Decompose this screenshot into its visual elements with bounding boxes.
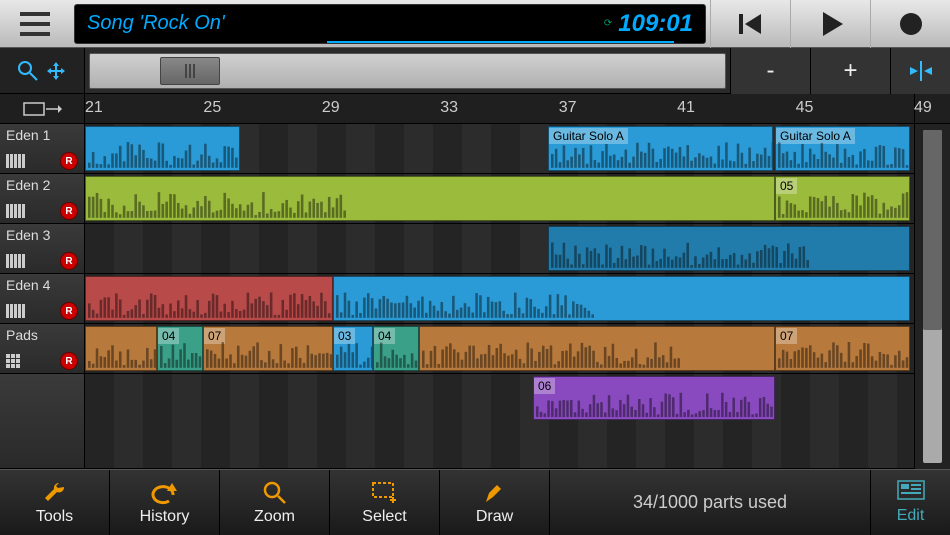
song-display[interactable]: Song 'Rock On' ⟳ 109:01 (74, 4, 706, 44)
clip[interactable]: 07 (775, 326, 910, 371)
record-arm-badge[interactable]: R (60, 202, 78, 220)
progress-bar (75, 41, 705, 43)
track-name: Eden 3 (6, 227, 78, 243)
loop-icon: ⟳ (604, 18, 612, 29)
song-title: Song 'Rock On' (87, 12, 225, 35)
zoom-button[interactable]: Zoom (220, 470, 330, 535)
zoom-out-button[interactable]: - (730, 48, 810, 94)
magnifier-icon (263, 481, 287, 505)
record-arm-badge[interactable]: R (60, 352, 78, 370)
move-icon (45, 60, 67, 82)
track-name: Eden 2 (6, 177, 78, 193)
draw-label: Draw (476, 508, 513, 526)
track-lane[interactable]: 05 (85, 174, 914, 224)
track-header[interactable]: Eden 2 R (0, 174, 85, 224)
ruler-tick: 45 (796, 99, 814, 117)
track-name: Eden 4 (6, 277, 78, 293)
track-lane[interactable] (85, 224, 914, 274)
edit-button[interactable]: Edit (870, 470, 950, 535)
ruler-tick: 49 (914, 99, 932, 117)
track-lane[interactable] (85, 274, 914, 324)
select-icon (371, 481, 399, 505)
ruler-tick: 33 (440, 99, 458, 117)
clip[interactable] (85, 176, 775, 221)
undo-icon (151, 481, 179, 505)
record-arm-badge[interactable]: R (60, 152, 78, 170)
clip[interactable]: 06 (533, 376, 775, 420)
edit-icon (897, 480, 925, 500)
clip[interactable] (419, 326, 775, 371)
snap-button[interactable] (890, 48, 950, 94)
vertical-scrollbar[interactable] (914, 124, 950, 469)
grip-icon (185, 64, 195, 78)
piano-icon (6, 304, 25, 318)
ruler-tick: 29 (322, 99, 340, 117)
clip[interactable]: 03 (333, 326, 373, 371)
clip[interactable] (85, 276, 333, 321)
select-label: Select (362, 508, 406, 526)
pads-icon (6, 354, 20, 368)
ruler-tick: 21 (85, 99, 103, 117)
tools-label: Tools (36, 508, 73, 526)
track-name: Eden 1 (6, 127, 78, 143)
horizontal-scrollbar[interactable] (89, 53, 726, 89)
piano-icon (6, 154, 25, 168)
parts-status: 34/1000 parts used (550, 470, 870, 535)
snap-icon (906, 59, 936, 83)
piano-icon (6, 254, 25, 268)
ruler-tick: 25 (203, 99, 221, 117)
clip[interactable] (333, 276, 910, 321)
track-header[interactable]: Eden 1 R (0, 124, 85, 174)
play-button[interactable] (790, 0, 870, 48)
zoom-xy-button[interactable] (0, 48, 85, 93)
menu-button[interactable] (0, 0, 70, 48)
magnifier-icon (17, 60, 39, 82)
track-header-empty (0, 374, 85, 469)
clip[interactable] (85, 126, 240, 171)
track-lane[interactable]: 0407030407 (85, 324, 914, 374)
clip[interactable]: 04 (373, 326, 419, 371)
rewind-icon (737, 10, 765, 38)
timecode: 109:01 (618, 10, 693, 38)
tools-button[interactable]: Tools (0, 470, 110, 535)
track-lane[interactable]: Guitar Solo AGuitar Solo A (85, 124, 914, 174)
clip[interactable]: 07 (203, 326, 333, 371)
clip[interactable] (548, 226, 910, 271)
clip[interactable]: Guitar Solo A (775, 126, 910, 171)
rewind-button[interactable] (710, 0, 790, 48)
track-name: Pads (6, 327, 78, 343)
history-label: History (140, 508, 190, 526)
piano-icon (6, 204, 25, 218)
track-header[interactable]: Eden 3 R (0, 224, 85, 274)
draw-button[interactable]: Draw (440, 470, 550, 535)
edit-label: Edit (897, 507, 925, 525)
track-header[interactable]: Eden 4 R (0, 274, 85, 324)
ruler-tick: 41 (677, 99, 695, 117)
record-arm-badge[interactable]: R (60, 302, 78, 320)
clip[interactable]: 04 (157, 326, 203, 371)
pencil-icon (483, 481, 507, 505)
record-icon (897, 10, 925, 38)
zoom-label: Zoom (254, 508, 295, 526)
record-button[interactable] (870, 0, 950, 48)
track-header[interactable]: Pads R (0, 324, 85, 374)
horizontal-scroll-thumb[interactable] (160, 57, 220, 85)
history-button[interactable]: History (110, 470, 220, 535)
ruler-tick: 37 (559, 99, 577, 117)
zoom-in-button[interactable]: + (810, 48, 890, 94)
play-icon (817, 10, 845, 38)
clip[interactable]: 05 (775, 176, 910, 221)
track-lane[interactable]: 06 (85, 374, 914, 469)
wrench-icon (43, 481, 67, 505)
record-arm-badge[interactable]: R (60, 252, 78, 270)
vertical-scroll-thumb[interactable] (923, 130, 942, 330)
marker-tool[interactable] (0, 94, 85, 123)
clip[interactable]: Guitar Solo A (548, 126, 773, 171)
clip[interactable] (85, 326, 157, 371)
hamburger-icon (20, 12, 50, 36)
marker-icon (22, 99, 62, 119)
select-button[interactable]: Select (330, 470, 440, 535)
timeline-ruler[interactable]: 2125293337414549 (85, 94, 914, 123)
